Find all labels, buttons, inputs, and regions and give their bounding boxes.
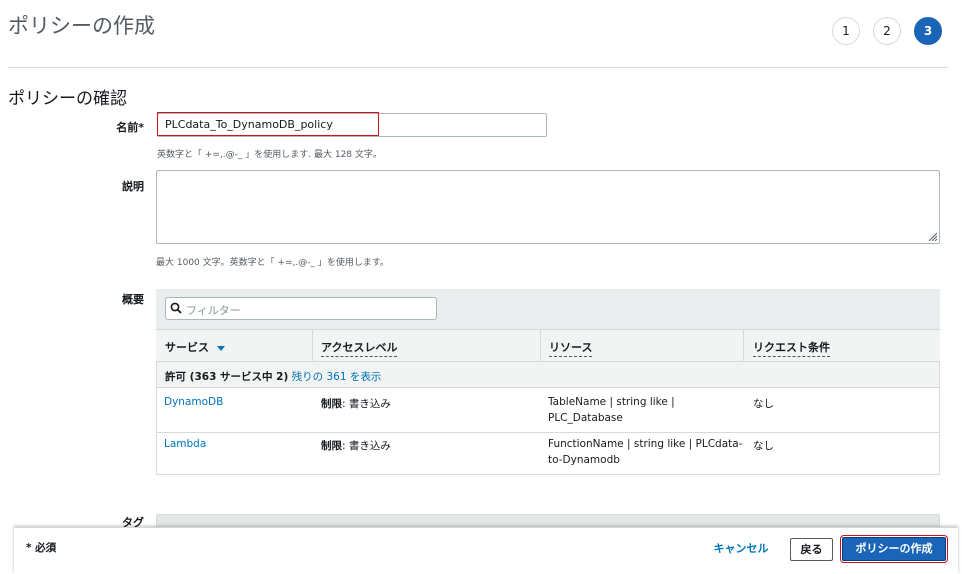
resource-cell-line1: FunctionName | string like | PLCdata- bbox=[548, 438, 743, 450]
cancel-button[interactable]: キャンセル bbox=[708, 538, 774, 561]
column-divider bbox=[540, 330, 541, 361]
filter-placeholder: フィルター bbox=[186, 304, 241, 317]
description-textarea[interactable] bbox=[156, 170, 940, 244]
required-note: * 必須 bbox=[26, 542, 57, 554]
column-divider bbox=[743, 330, 744, 361]
name-label: 名前* bbox=[116, 121, 144, 134]
name-input-value: PLCdata_To_DynamoDB_policy bbox=[165, 118, 333, 131]
show-remaining-link[interactable]: 残りの 361 を表示 bbox=[292, 371, 382, 383]
column-header-resource[interactable]: リソース bbox=[549, 339, 593, 357]
resource-cell-line2: PLC_Database bbox=[548, 412, 623, 424]
service-link-dynamodb[interactable]: DynamoDB bbox=[164, 396, 223, 408]
create-policy-button[interactable]: ポリシーの作成 bbox=[840, 535, 948, 563]
step-3-indicator: 3 bbox=[914, 17, 942, 45]
column-header-service[interactable]: サービス bbox=[165, 339, 225, 356]
allow-group-count: 許可 (363 サービス中 2) bbox=[165, 371, 289, 383]
column-header-service-label: サービス bbox=[165, 341, 209, 354]
allow-group-text: 許可 (363 サービス中 2) 残りの 361 を表示 bbox=[165, 369, 381, 384]
section-title: ポリシーの確認 bbox=[8, 89, 127, 109]
column-header-request-condition[interactable]: リクエスト条件 bbox=[753, 339, 830, 357]
access-level-cell: 制限: 書き込み bbox=[321, 440, 391, 452]
back-button[interactable]: 戻る bbox=[790, 538, 833, 561]
column-header-access-level[interactable]: アクセスレベル bbox=[321, 339, 398, 357]
step-1-indicator: 1 bbox=[832, 17, 860, 45]
row-divider bbox=[157, 432, 939, 433]
resource-cell-line1: TableName | string like | bbox=[548, 396, 675, 408]
step-2-indicator: 2 bbox=[873, 17, 901, 45]
summary-label: 概要 bbox=[122, 293, 144, 306]
resize-handle-icon[interactable] bbox=[928, 232, 937, 241]
description-hint: 最大 1000 文字。英数字と「 +=,.@-_ 」を使用します。 bbox=[156, 258, 390, 268]
search-icon bbox=[170, 302, 182, 314]
description-label: 説明 bbox=[122, 180, 144, 193]
condition-cell: なし bbox=[753, 398, 774, 410]
page-title: ポリシーの作成 bbox=[8, 14, 155, 38]
access-level-cell: 制限: 書き込み bbox=[321, 398, 391, 410]
resource-cell-line2: to-Dynamodb bbox=[548, 454, 620, 466]
column-divider bbox=[312, 330, 313, 361]
tags-table-header bbox=[156, 514, 940, 528]
sort-down-icon bbox=[216, 345, 225, 351]
header-divider bbox=[8, 67, 948, 68]
condition-cell: なし bbox=[753, 440, 774, 452]
service-link-lambda[interactable]: Lambda bbox=[164, 438, 206, 450]
name-hint: 英数字と「 +=,.@-_ 」を使用します. 最大 128 文字。 bbox=[157, 150, 382, 160]
